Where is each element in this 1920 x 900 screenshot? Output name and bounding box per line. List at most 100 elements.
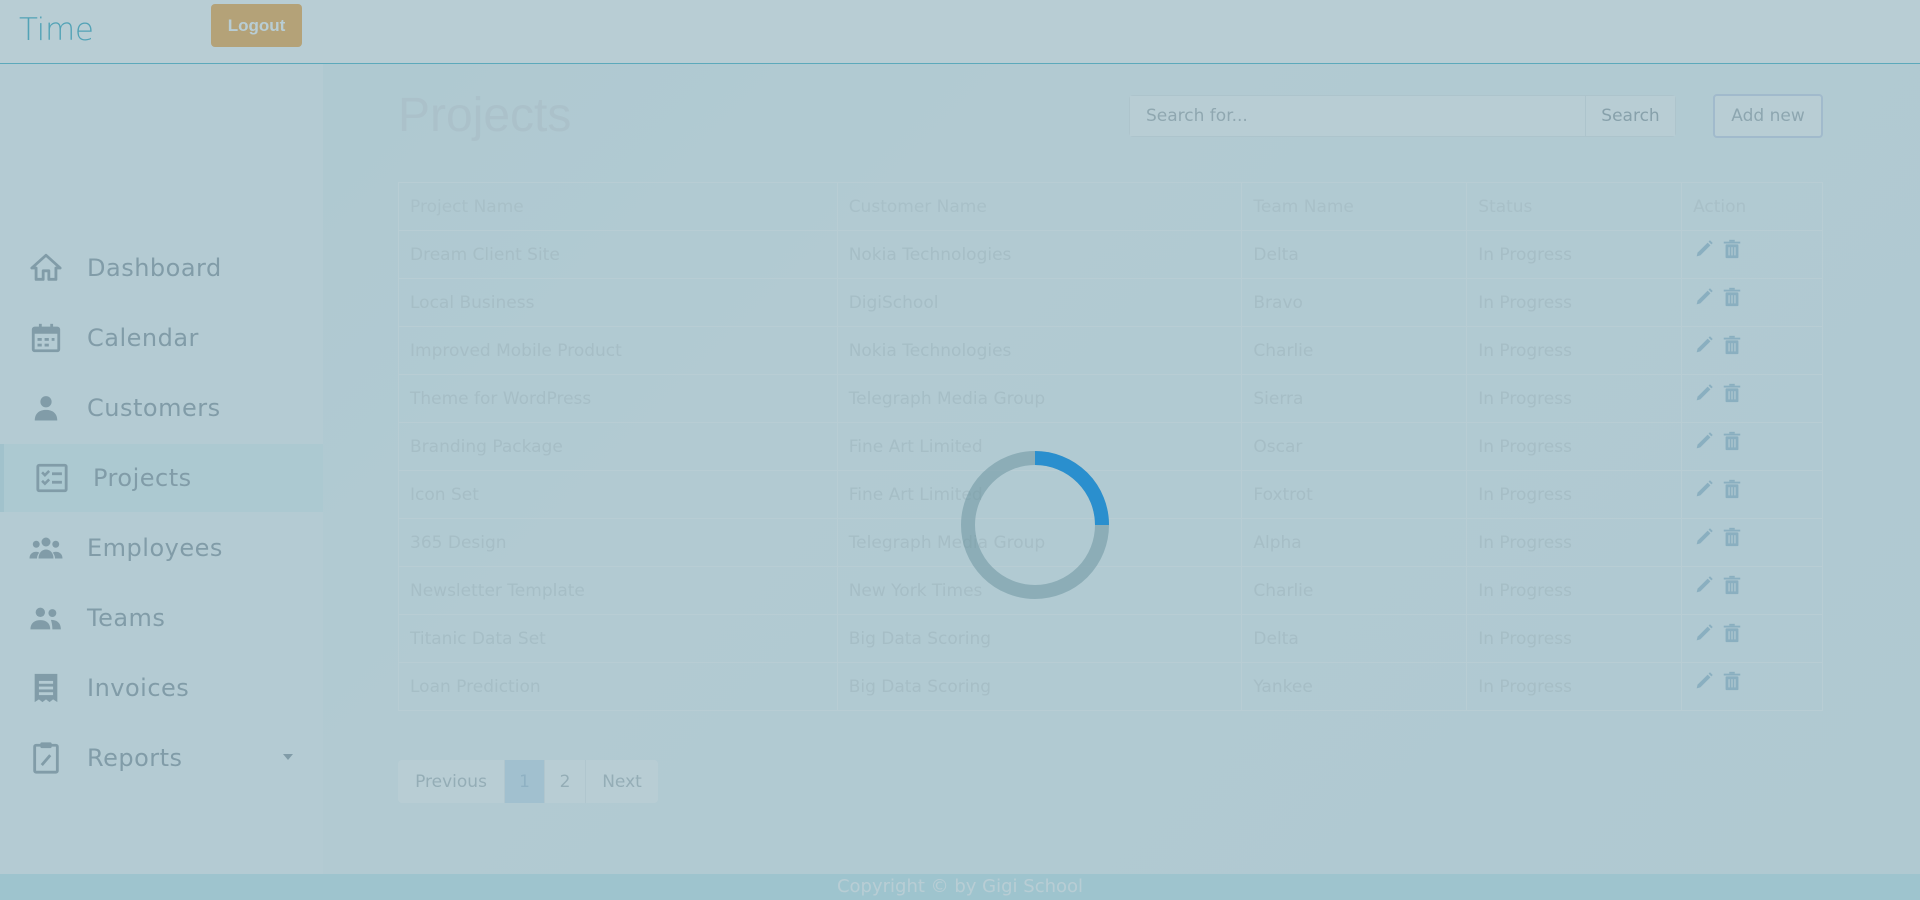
pagination-page-1[interactable]: 1 bbox=[505, 760, 545, 803]
trash-icon[interactable] bbox=[1721, 574, 1743, 596]
logout-button[interactable]: Logout bbox=[211, 4, 302, 47]
trash-icon[interactable] bbox=[1721, 526, 1743, 548]
sidebar-item-employees[interactable]: Employees bbox=[0, 514, 323, 582]
project-name-cell: Local Business bbox=[398, 278, 838, 327]
customer-name-cell: Fine Art Limited bbox=[836, 470, 1243, 519]
trash-icon[interactable] bbox=[1721, 286, 1743, 308]
sidebar-item-customers[interactable]: Customers bbox=[0, 374, 323, 442]
action-cell bbox=[1681, 662, 1823, 711]
project-name-cell: 365 Design bbox=[398, 518, 838, 567]
pencil-icon[interactable] bbox=[1693, 430, 1715, 452]
action-cell bbox=[1681, 422, 1823, 471]
trash-icon[interactable] bbox=[1721, 622, 1743, 644]
projects-icon bbox=[34, 460, 70, 496]
pencil-icon[interactable] bbox=[1693, 382, 1715, 404]
pencil-icon[interactable] bbox=[1693, 622, 1715, 644]
customer-name-cell: DigiSchool bbox=[836, 278, 1243, 327]
action-cell bbox=[1681, 614, 1823, 663]
team-name-cell: Charlie bbox=[1241, 566, 1468, 615]
pencil-icon[interactable] bbox=[1693, 526, 1715, 548]
user-icon bbox=[28, 390, 64, 426]
customer-name-cell: Telegraph Media Group bbox=[836, 518, 1243, 567]
search-input[interactable] bbox=[1129, 95, 1585, 137]
reports-icon bbox=[28, 740, 64, 776]
trash-icon[interactable] bbox=[1721, 670, 1743, 692]
column-header[interactable]: Project Name bbox=[398, 182, 838, 231]
top-header: TimeKeeper Logout bbox=[0, 0, 1920, 64]
search-button[interactable]: Search bbox=[1585, 95, 1676, 137]
table-row: Titanic Data Set Big Data Scoring Delta In … bbox=[398, 614, 1823, 663]
invoice-icon bbox=[28, 670, 64, 706]
team-name-cell: Foxtrot bbox=[1241, 470, 1468, 519]
team-name-cell: Delta bbox=[1241, 230, 1468, 279]
pencil-icon[interactable] bbox=[1693, 286, 1715, 308]
trash-icon[interactable] bbox=[1721, 430, 1743, 452]
sidebar-item-label: Dashboard bbox=[87, 254, 222, 282]
action-cell bbox=[1681, 278, 1823, 327]
sidebar-item-projects[interactable]: Projects bbox=[0, 444, 323, 512]
customer-name-cell: Big Data Scoring bbox=[836, 662, 1243, 711]
table-row: Theme for WordPress Telegraph Media Group… bbox=[398, 374, 1823, 423]
sidebar-item-label: Calendar bbox=[87, 324, 199, 352]
column-header[interactable]: Team Name bbox=[1241, 182, 1468, 231]
team-name-cell: Alpha bbox=[1241, 518, 1468, 567]
footer-copyright: Copyright © by Gigi School bbox=[0, 874, 1920, 900]
project-name-cell: Branding Package bbox=[398, 422, 838, 471]
sidebar-item-calendar[interactable]: Calendar bbox=[0, 304, 323, 372]
brand-part-1: Time bbox=[19, 12, 94, 48]
table-row: Loan Prediction Big Data Scoring Yankee In … bbox=[398, 662, 1823, 711]
pagination-previous[interactable]: Previous bbox=[398, 760, 505, 803]
status-cell: In Progress bbox=[1466, 518, 1683, 567]
project-name-cell: Theme for WordPress bbox=[398, 374, 838, 423]
table-row: Branding Package Fine Art Limited Oscar In … bbox=[398, 422, 1823, 471]
table-row: Improved Mobile Product Nokia Technologie… bbox=[398, 326, 1823, 375]
status-cell: In Progress bbox=[1466, 470, 1683, 519]
status-cell: In Progress bbox=[1466, 614, 1683, 663]
team-name-cell: Sierra bbox=[1241, 374, 1468, 423]
team-name-cell: Oscar bbox=[1241, 422, 1468, 471]
sidebar-item-teams[interactable]: Teams bbox=[0, 584, 323, 652]
projects-table: Project Name Customer Name Team Name Sta… bbox=[398, 182, 1823, 711]
teams-icon bbox=[28, 600, 64, 636]
sidebar-item-label: Projects bbox=[93, 464, 192, 492]
sidebar: Dashboard Calendar Customers Projects Em… bbox=[0, 64, 323, 874]
status-cell: In Progress bbox=[1466, 326, 1683, 375]
trash-icon[interactable] bbox=[1721, 334, 1743, 356]
action-cell bbox=[1681, 470, 1823, 519]
pencil-icon[interactable] bbox=[1693, 478, 1715, 500]
page-title: Projects bbox=[398, 89, 572, 142]
action-cell bbox=[1681, 518, 1823, 567]
pagination-next[interactable]: Next bbox=[586, 760, 658, 803]
sidebar-item-invoices[interactable]: Invoices bbox=[0, 654, 323, 722]
column-header[interactable]: Customer Name bbox=[836, 182, 1243, 231]
home-icon bbox=[28, 250, 64, 286]
pencil-icon[interactable] bbox=[1693, 334, 1715, 356]
pencil-icon[interactable] bbox=[1693, 238, 1715, 260]
customer-name-cell: Big Data Scoring bbox=[836, 614, 1243, 663]
chevron-down-icon[interactable] bbox=[283, 754, 293, 760]
trash-icon[interactable] bbox=[1721, 382, 1743, 404]
project-name-cell: Icon Set bbox=[398, 470, 838, 519]
column-header[interactable]: Status bbox=[1466, 182, 1683, 231]
brand-part-2: Keeper bbox=[93, 12, 201, 48]
status-cell: In Progress bbox=[1466, 662, 1683, 711]
pencil-icon[interactable] bbox=[1693, 670, 1715, 692]
table-header-row: Project Name Customer Name Team Name Sta… bbox=[398, 182, 1823, 231]
sidebar-item-label: Invoices bbox=[87, 674, 190, 702]
customer-name-cell: Nokia Technologies bbox=[836, 326, 1243, 375]
trash-icon[interactable] bbox=[1721, 238, 1743, 260]
sidebar-item-reports[interactable]: Reports bbox=[0, 724, 323, 792]
employees-icon bbox=[28, 530, 64, 566]
pencil-icon[interactable] bbox=[1693, 574, 1715, 596]
pagination: Previous 1 2 Next bbox=[398, 760, 658, 803]
add-new-button[interactable]: Add new bbox=[1713, 94, 1823, 138]
project-name-cell: Dream Client Site bbox=[398, 230, 838, 279]
search-group: Search bbox=[1129, 95, 1676, 137]
status-cell: In Progress bbox=[1466, 422, 1683, 471]
pagination-page-2[interactable]: 2 bbox=[545, 760, 586, 803]
trash-icon[interactable] bbox=[1721, 478, 1743, 500]
sidebar-item-dashboard[interactable]: Dashboard bbox=[0, 234, 323, 302]
team-name-cell: Bravo bbox=[1241, 278, 1468, 327]
app-logo[interactable]: TimeKeeper bbox=[19, 12, 201, 48]
table-row: 365 Design Telegraph Media Group Alpha In P… bbox=[398, 518, 1823, 567]
